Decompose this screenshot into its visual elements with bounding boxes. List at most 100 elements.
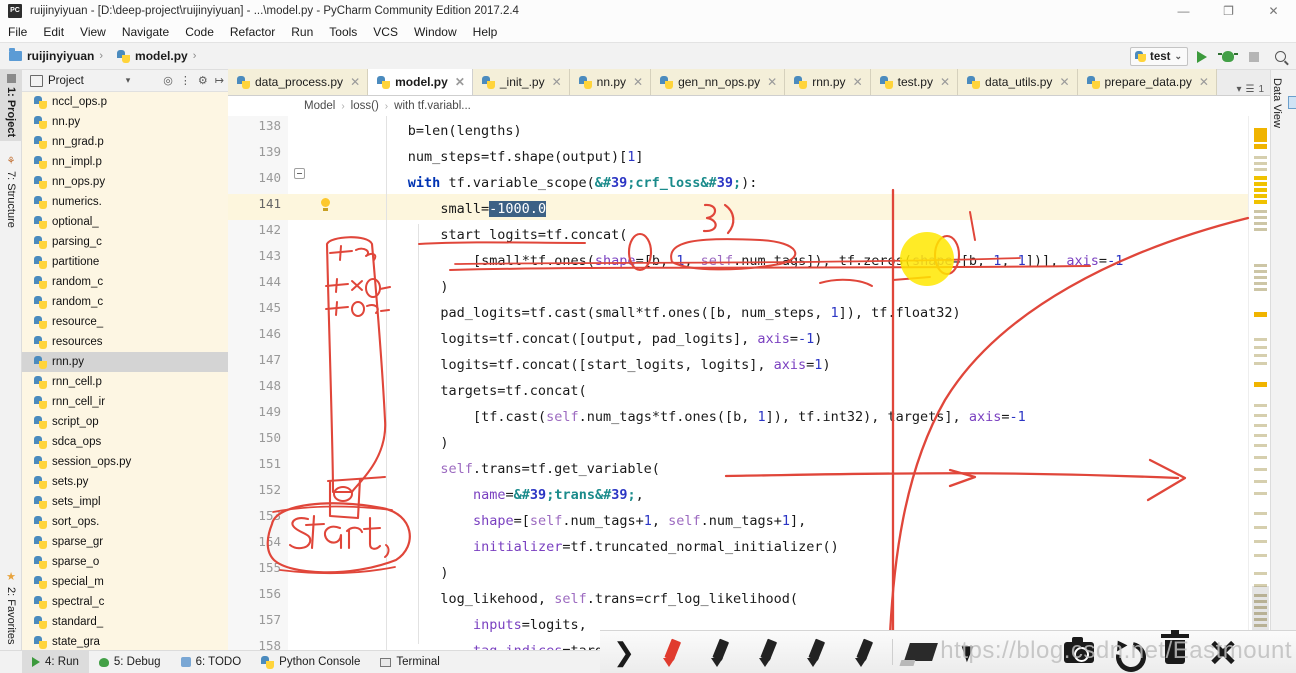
menu-item-navigate[interactable]: Navigate bbox=[114, 23, 177, 41]
menu-item-run[interactable]: Run bbox=[283, 23, 321, 41]
menu-item-edit[interactable]: Edit bbox=[35, 23, 72, 41]
locate-icon[interactable]: ◎ bbox=[163, 74, 173, 87]
editor-tab[interactable]: rnn.py ✕ bbox=[785, 69, 871, 95]
tree-item[interactable]: nccl_ops.p bbox=[22, 92, 228, 112]
code-line[interactable]: log_likehood, self.trans=crf_log_likelih… bbox=[440, 586, 798, 612]
code-line[interactable]: ) bbox=[440, 274, 448, 300]
screen-annotation-toolbar[interactable]: ❯ bbox=[600, 630, 1296, 673]
editor-tab[interactable]: prepare_data.py ✕ bbox=[1077, 69, 1217, 95]
tree-item[interactable]: sets.py bbox=[22, 472, 228, 492]
search-everywhere-button[interactable] bbox=[1268, 46, 1292, 68]
code-line[interactable]: inputs=logits, bbox=[473, 612, 587, 638]
menu-item-tools[interactable]: Tools bbox=[321, 23, 365, 41]
status-bar-item-python-console[interactable]: Python Console bbox=[251, 651, 370, 673]
chevron-right-icon[interactable]: ❯ bbox=[600, 631, 648, 673]
tree-item[interactable]: spectral_c bbox=[22, 592, 228, 612]
tree-item[interactable]: sparse_gr bbox=[22, 532, 228, 552]
tree-item[interactable]: nn.py bbox=[22, 112, 228, 132]
tree-item[interactable]: sets_impl bbox=[22, 492, 228, 512]
code-fold-icon[interactable] bbox=[294, 168, 305, 179]
pen-icon[interactable] bbox=[792, 631, 840, 673]
editor-tab[interactable]: gen_nn_ops.py ✕ bbox=[651, 69, 786, 95]
editor-marker-strip[interactable] bbox=[1248, 116, 1270, 658]
menu-item-refactor[interactable]: Refactor bbox=[222, 23, 283, 41]
pen-icon[interactable] bbox=[840, 631, 888, 673]
run-configuration-selector[interactable]: test ⌄ bbox=[1130, 47, 1188, 66]
menu-item-vcs[interactable]: VCS bbox=[365, 23, 406, 41]
editor-tab[interactable]: data_utils.py ✕ bbox=[958, 69, 1078, 95]
close-tab-icon[interactable]: ✕ bbox=[633, 75, 643, 89]
editor-breadcrumb-item[interactable]: loss() bbox=[351, 100, 379, 112]
code-line[interactable]: shape=[self.num_tags+1, self.num_tags+1]… bbox=[473, 508, 806, 534]
settings-gear-icon[interactable]: ⚙ bbox=[198, 74, 208, 87]
close-icon[interactable]: ✕ bbox=[1251, 0, 1296, 22]
code-line[interactable]: ) bbox=[440, 560, 448, 586]
sidebar-item-project[interactable]: 1: Project bbox=[0, 70, 22, 142]
code-line[interactable]: self.trans=tf.get_variable( bbox=[440, 456, 659, 482]
status-bar-item-terminal[interactable]: Terminal bbox=[370, 651, 449, 673]
tree-item[interactable]: rnn_cell.p bbox=[22, 372, 228, 392]
code-selection[interactable]: -1000.0 bbox=[489, 201, 547, 217]
sidebar-item-data-view[interactable]: Data View bbox=[1271, 74, 1296, 128]
close-tab-icon[interactable]: ✕ bbox=[853, 75, 863, 89]
code-line[interactable]: ) bbox=[440, 430, 448, 456]
close-tab-icon[interactable]: ✕ bbox=[350, 75, 360, 89]
tree-item[interactable]: rnn_cell_ir bbox=[22, 392, 228, 412]
tree-item[interactable]: nn_grad.p bbox=[22, 132, 228, 152]
tree-item[interactable]: nn_ops.py bbox=[22, 172, 228, 192]
breadcrumb-file[interactable]: model.py bbox=[108, 49, 188, 63]
code-line[interactable]: with tf.variable_scope(&#39;crf_loss&#39… bbox=[408, 170, 758, 196]
tree-item[interactable]: resources bbox=[22, 332, 228, 352]
tree-item[interactable]: sdca_ops bbox=[22, 432, 228, 452]
camera-icon[interactable] bbox=[1055, 631, 1103, 673]
tree-item[interactable]: random_c bbox=[22, 292, 228, 312]
code-line[interactable]: pad_logits=tf.cast(small*tf.ones([b, num… bbox=[440, 300, 960, 326]
stop-button[interactable] bbox=[1242, 46, 1266, 68]
pen-icon[interactable] bbox=[696, 631, 744, 673]
tree-item[interactable]: state_gra bbox=[22, 632, 228, 650]
code-content[interactable]: b=len(lengths) num_steps=tf.shape(output)… bbox=[310, 116, 1270, 650]
tree-item[interactable]: sparse_o bbox=[22, 552, 228, 572]
breadcrumb-project[interactable]: ruijinyiyuan bbox=[0, 48, 94, 63]
tree-item[interactable]: partitione bbox=[22, 252, 228, 272]
chevron-down-icon[interactable]: ▾ bbox=[126, 75, 131, 86]
eraser-icon[interactable] bbox=[897, 631, 945, 673]
undo-icon[interactable] bbox=[1103, 631, 1151, 673]
editor-breadcrumb-item[interactable]: with tf.variabl... bbox=[394, 100, 471, 112]
hide-panel-icon[interactable]: ↦ bbox=[215, 74, 224, 87]
project-file-tree[interactable]: nccl_ops.p nn.py nn_grad.p nn_impl.p nn_ops.… bbox=[22, 92, 228, 650]
tree-item[interactable]: sort_ops. bbox=[22, 512, 228, 532]
pointer-icon[interactable] bbox=[945, 631, 993, 673]
tree-item[interactable]: rnn.py bbox=[22, 352, 228, 372]
editor-tab[interactable]: _init_.py ✕ bbox=[472, 69, 570, 95]
code-line[interactable]: b=len(lengths) bbox=[408, 118, 522, 144]
editor-tab[interactable]: nn.py ✕ bbox=[569, 69, 652, 95]
tree-item[interactable]: script_op bbox=[22, 412, 228, 432]
close-tab-icon[interactable]: ✕ bbox=[552, 75, 562, 89]
code-line[interactable]: initializer=tf.truncated_normal_initiali… bbox=[473, 534, 839, 560]
red-pen-icon[interactable] bbox=[648, 631, 696, 673]
trash-icon[interactable] bbox=[1151, 630, 1199, 673]
code-line[interactable]: small=-1000.0 bbox=[440, 196, 547, 222]
tree-item[interactable]: optional_ bbox=[22, 212, 228, 232]
code-line[interactable]: start_logits=tf.concat( bbox=[440, 222, 627, 248]
editor-breadcrumb-item[interactable]: Model bbox=[304, 100, 335, 112]
tree-item[interactable]: parsing_c bbox=[22, 232, 228, 252]
menu-item-code[interactable]: Code bbox=[177, 23, 222, 41]
sidebar-item-favorites[interactable]: ★ 2: Favorites bbox=[0, 566, 22, 648]
tree-item[interactable]: numerics. bbox=[22, 192, 228, 212]
status-bar-item-run[interactable]: 4: Run bbox=[22, 650, 89, 673]
editor-tab[interactable]: model.py ✕ bbox=[368, 69, 473, 95]
code-line[interactable]: logits=tf.concat([output, pad_logits], a… bbox=[440, 326, 822, 352]
minimize-icon[interactable]: — bbox=[1161, 0, 1206, 22]
code-line[interactable]: [small*tf.ones(shape=[b, 1, self.num_tag… bbox=[473, 248, 1123, 274]
close-tab-icon[interactable]: ✕ bbox=[1059, 75, 1069, 89]
status-bar-item-todo[interactable]: 6: TODO bbox=[171, 651, 252, 673]
code-line[interactable]: [tf.cast(self.num_tags*tf.ones([b, 1]), … bbox=[473, 404, 1026, 430]
tree-item[interactable]: nn_impl.p bbox=[22, 152, 228, 172]
close-tab-icon[interactable]: ✕ bbox=[767, 75, 777, 89]
tree-item[interactable]: random_c bbox=[22, 272, 228, 292]
tabbar-overflow[interactable]: ▾ ☰ 1 bbox=[1236, 84, 1270, 95]
menu-item-window[interactable]: Window bbox=[406, 23, 465, 41]
close-tab-icon[interactable]: ✕ bbox=[455, 75, 465, 89]
